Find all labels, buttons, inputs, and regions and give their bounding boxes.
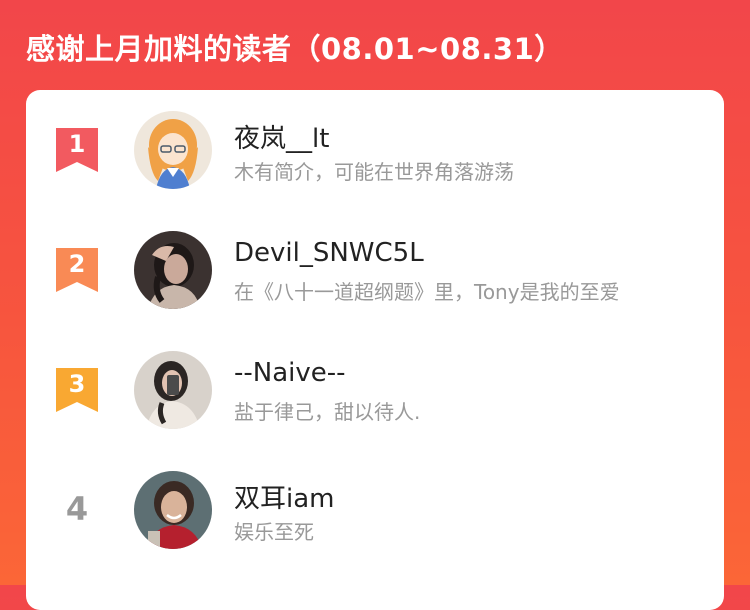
reader-description: 娱乐至死 xyxy=(234,520,314,544)
reader-name: --Naive-- xyxy=(234,358,346,388)
reader-row-1[interactable]: 1 夜岚__lt 木有简介，可能在世界角落游荡 xyxy=(26,90,724,210)
anime-girl-avatar-icon xyxy=(134,111,212,189)
reader-row-3[interactable]: 3 --Naive-- 盐于律己，甜以待人. xyxy=(26,330,724,450)
rank-badge-gold: 1 xyxy=(56,128,98,172)
avatar[interactable] xyxy=(134,351,212,429)
reader-row-4[interactable]: 4 双耳iam 娱乐至死 xyxy=(26,450,724,570)
reader-description: 盐于律己，甜以待人. xyxy=(234,400,421,424)
rank-number: 3 xyxy=(68,370,86,398)
reader-row-2[interactable]: 2 Devil_SNWC5L 在《八十一道超纲题》里，Tony是我的至爱 xyxy=(26,210,724,330)
avatar[interactable] xyxy=(134,111,212,189)
reader-name: Devil_SNWC5L xyxy=(234,238,424,268)
page-title: 感谢上月加料的读者（08.01~08.31） xyxy=(26,32,564,66)
reader-description: 在《八十一道超纲题》里，Tony是我的至爱 xyxy=(234,280,620,304)
rank-badge-bronze: 3 xyxy=(56,368,98,412)
reader-list-card: 1 夜岚__lt 木有简介，可能在世界角落游荡 2 Devil_SNWC5L 在… xyxy=(26,90,724,610)
avatar[interactable] xyxy=(134,471,212,549)
dark-portrait-avatar-icon xyxy=(134,231,212,309)
reader-name: 夜岚__lt xyxy=(234,124,330,154)
rank-badge-silver: 2 xyxy=(56,248,98,292)
smiling-woman-avatar-icon xyxy=(134,471,212,549)
rank-number: 1 xyxy=(68,130,86,158)
selfie-avatar-icon xyxy=(134,351,212,429)
reader-name: 双耳iam xyxy=(234,484,335,514)
rank-number: 2 xyxy=(68,250,86,278)
rank-number: 4 xyxy=(65,490,89,528)
reader-description: 木有简介，可能在世界角落游荡 xyxy=(234,160,514,184)
avatar[interactable] xyxy=(134,231,212,309)
